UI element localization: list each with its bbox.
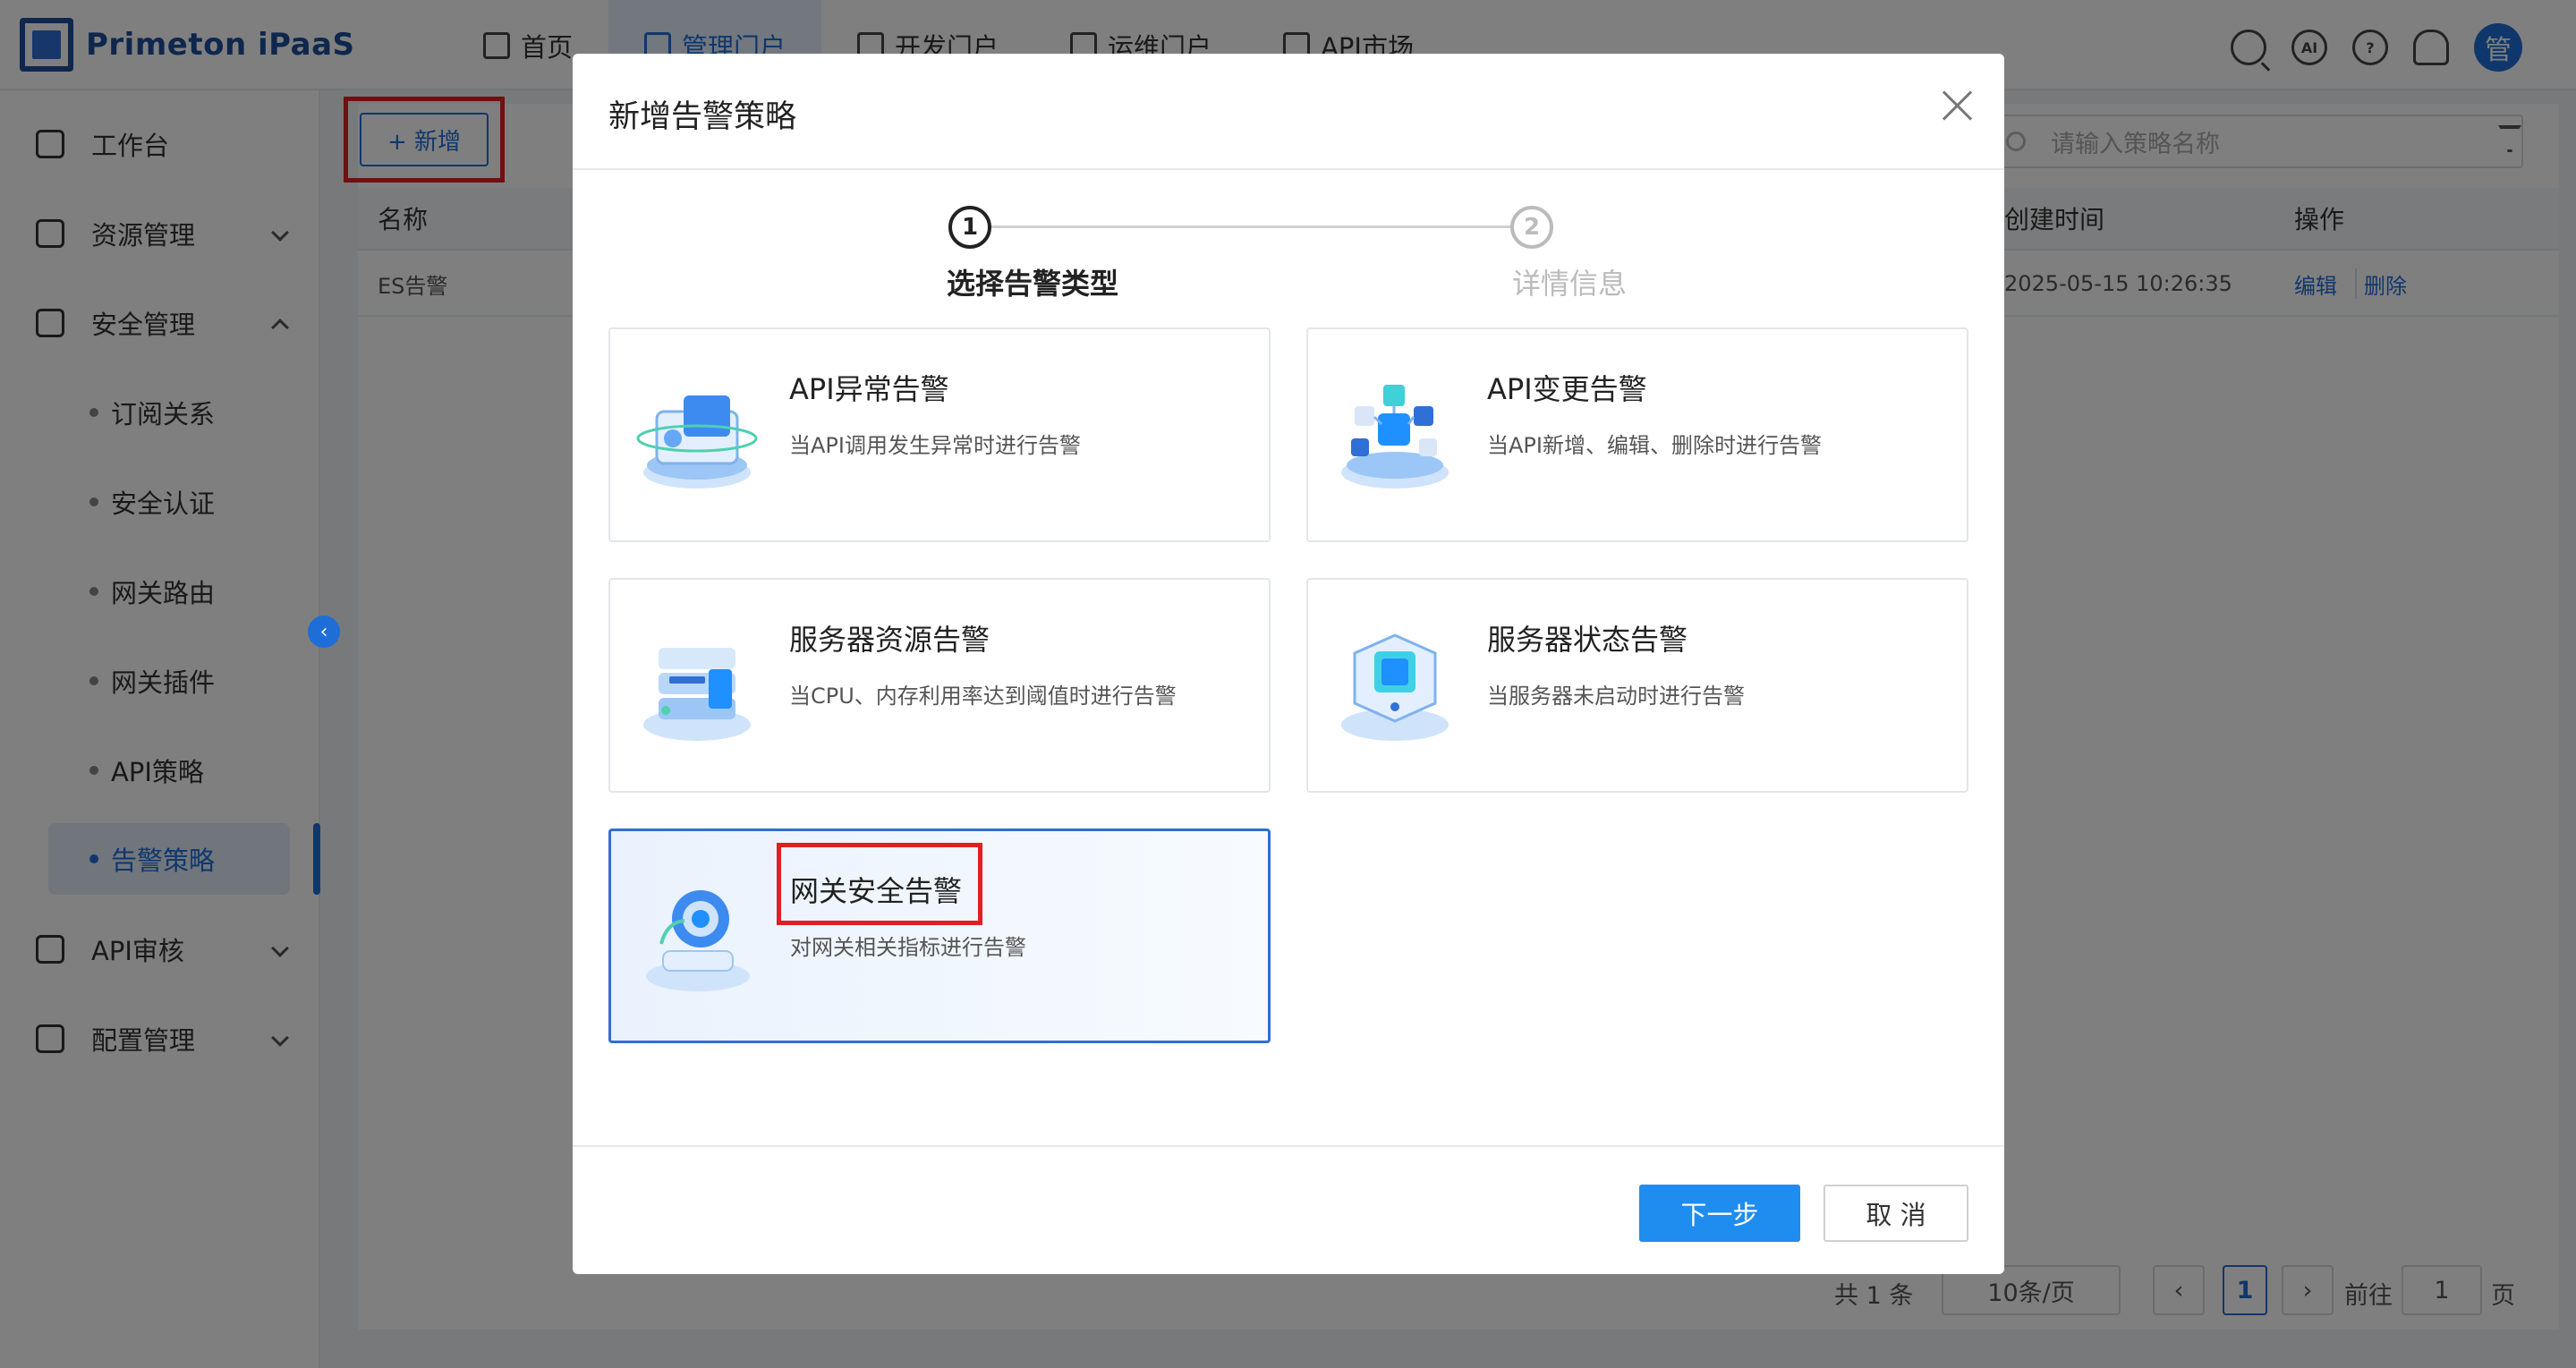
highlight-box [777, 843, 982, 925]
step-1-indicator: 1 [948, 206, 991, 249]
card-description: 当API新增、编辑、删除时进行告警 [1487, 433, 1822, 458]
step-2-indicator: 2 [1510, 206, 1553, 249]
add-alert-policy-dialog: 新增告警策略 1 2 选择告警类型 详情信息 API异常告警 当API调用发生异… [573, 54, 2004, 1274]
card-description: 当API调用发生异常时进行告警 [789, 433, 1081, 458]
card-title: 服务器状态告警 [1487, 623, 1688, 657]
gateway-security-icon [646, 890, 750, 991]
api-exception-icon [636, 395, 758, 489]
collapse-sidebar-button[interactable]: ‹ [308, 616, 340, 648]
dialog-title: 新增告警策略 [608, 99, 797, 135]
chevron-left-icon: ‹ [319, 620, 328, 643]
card-title: API变更告警 [1487, 372, 1647, 406]
api-change-icon [1341, 385, 1449, 489]
close-icon[interactable] [1942, 89, 1974, 122]
server-status-icon [1341, 633, 1449, 741]
card-description: 当CPU、内存利用率达到阈值时进行告警 [789, 684, 1177, 709]
divider [573, 1145, 2004, 1147]
step-1-label: 选择告警类型 [947, 267, 1119, 301]
alert-type-card-server-status[interactable]: 服务器状态告警 当服务器未启动时进行告警 [1306, 578, 1968, 793]
alert-type-card-api-exception[interactable]: API异常告警 当API调用发生异常时进行告警 [608, 327, 1271, 542]
divider [573, 168, 2004, 170]
card-description: 对网关相关指标进行告警 [790, 935, 1026, 960]
next-step-button[interactable]: 下一步 [1639, 1185, 1800, 1242]
card-description: 当服务器未启动时进行告警 [1487, 684, 1745, 709]
alert-type-card-api-change[interactable]: API变更告警 当API新增、编辑、删除时进行告警 [1306, 327, 1968, 542]
step-connector [991, 225, 1532, 228]
card-title: 服务器资源告警 [789, 623, 990, 657]
server-resource-icon [643, 648, 751, 741]
card-title: API异常告警 [789, 372, 949, 406]
alert-type-card-server-resource[interactable]: 服务器资源告警 当CPU、内存利用率达到阈值时进行告警 [608, 578, 1271, 793]
cancel-button[interactable]: 取 消 [1824, 1185, 1968, 1242]
step-2-label: 详情信息 [1512, 267, 1628, 301]
